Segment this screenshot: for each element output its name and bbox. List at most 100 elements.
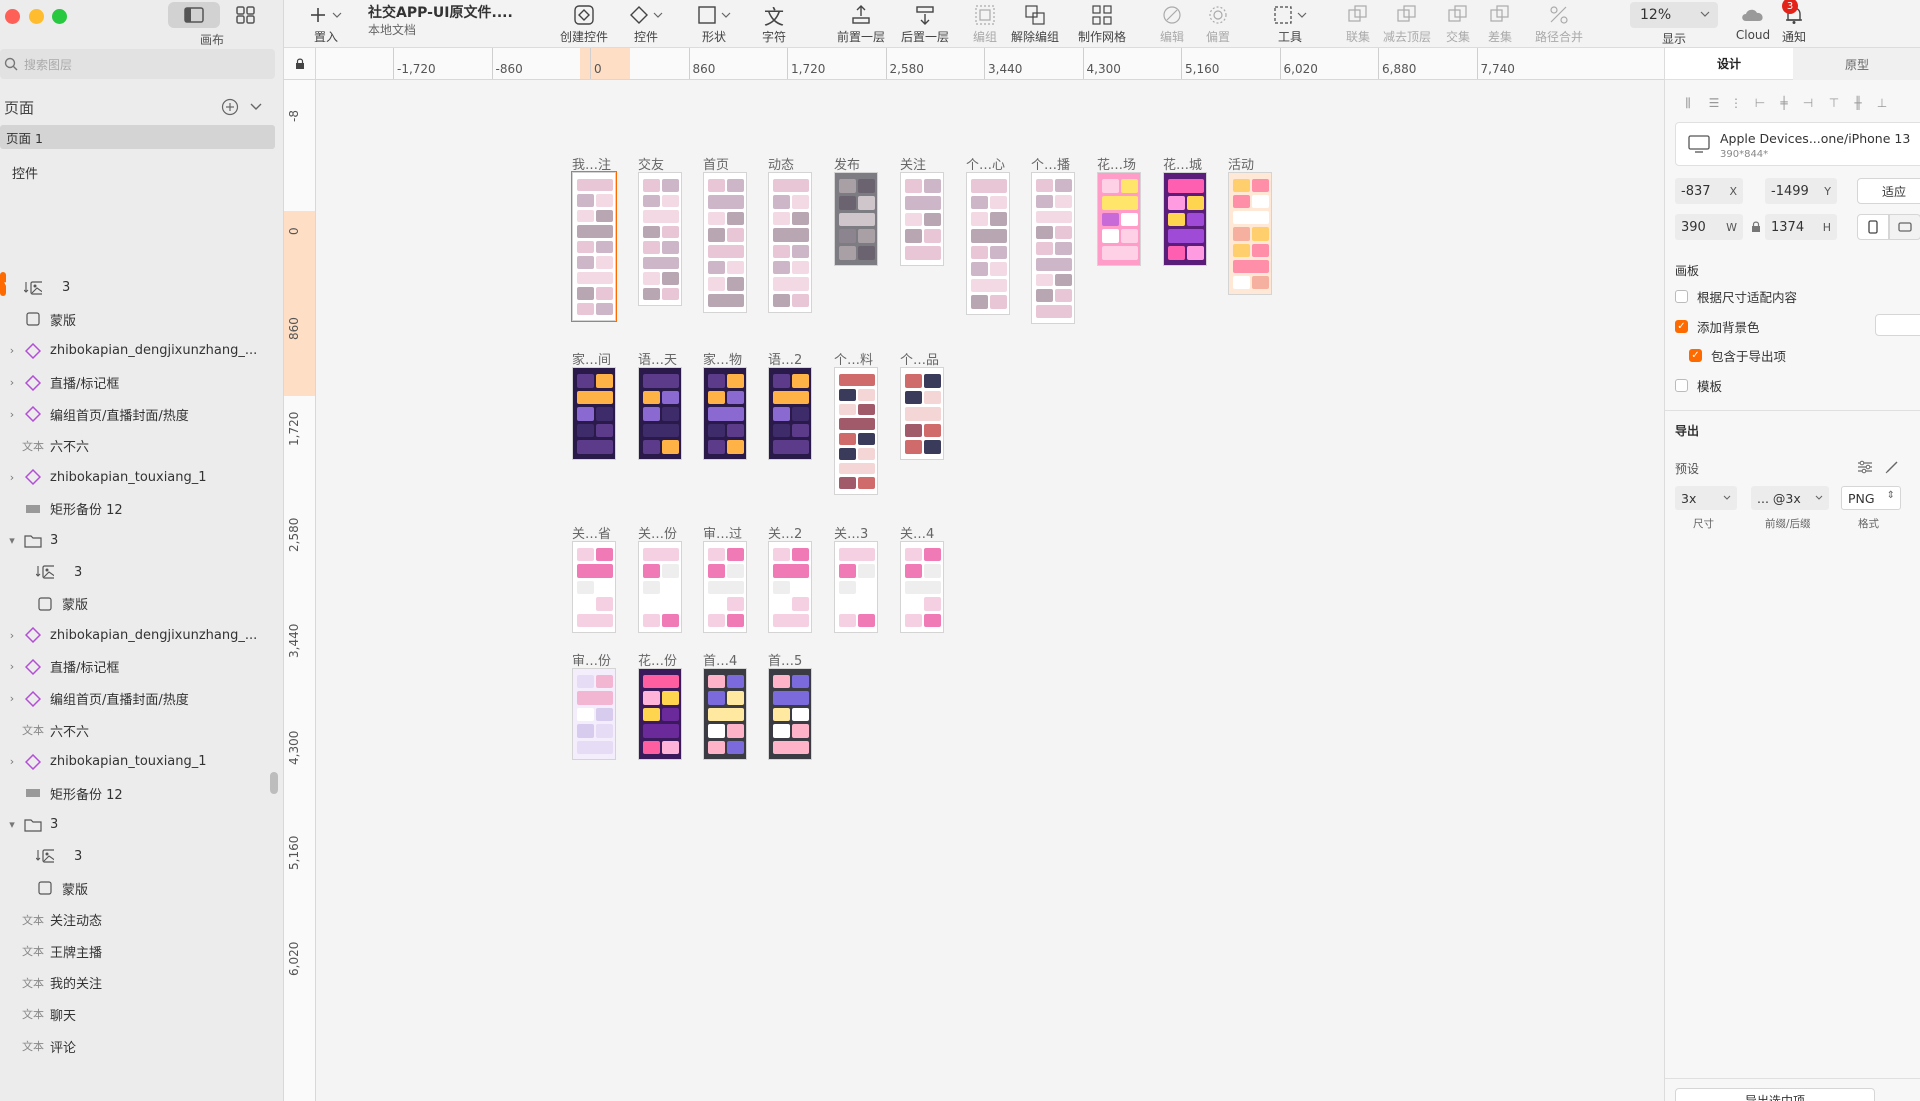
artboard-title[interactable]: 首页: [703, 154, 729, 173]
artboard-title[interactable]: 花…份: [638, 650, 677, 669]
artboard-thumbnail[interactable]: [834, 172, 878, 266]
artboard-title[interactable]: 关…2: [768, 523, 802, 542]
layer-list-scrollbar[interactable]: [270, 772, 278, 794]
artboard-thumbnail[interactable]: [703, 541, 747, 633]
chevron-down-icon[interactable]: ▾: [6, 534, 18, 547]
shape-button[interactable]: 形状: [690, 0, 738, 48]
distribute-v-icon[interactable]: ☰: [1705, 94, 1723, 112]
artboard-title[interactable]: 我…注: [572, 154, 611, 173]
artboard-thumbnail[interactable]: [572, 367, 616, 460]
align-center-h-icon[interactable]: ╪: [1775, 94, 1793, 112]
tab-design[interactable]: 设计: [1665, 48, 1793, 80]
align-left-icon[interactable]: ⊢: [1751, 94, 1769, 112]
pen-icon[interactable]: [1885, 460, 1899, 474]
layer-row[interactable]: 3: [0, 272, 266, 304]
document-title[interactable]: 社交APP-UI原文件....: [368, 2, 513, 22]
include-export-checkbox[interactable]: ✓ 包含于导出项: [1689, 346, 1786, 365]
landscape-button[interactable]: [1889, 214, 1920, 240]
layer-row[interactable]: 蒙版: [0, 872, 266, 904]
layer-row[interactable]: 矩形备份 12: [0, 778, 266, 810]
artboard-title[interactable]: 花…场: [1097, 154, 1136, 173]
artboard-thumbnail[interactable]: [1228, 172, 1272, 295]
chevron-right-icon[interactable]: ›: [6, 660, 18, 673]
artboard-thumbnail[interactable]: [703, 668, 747, 760]
fit-button[interactable]: 适应: [1857, 178, 1920, 204]
artboard-title[interactable]: 交友: [638, 154, 664, 173]
artboard-thumbnail[interactable]: [900, 541, 944, 633]
horizontal-ruler[interactable]: -1,720 -860 0 860 1,720 2,580 3,440 4,300 5,160 6…: [284, 48, 1664, 80]
align-top-icon[interactable]: ⊤: [1825, 94, 1843, 112]
chevron-right-icon[interactable]: ›: [6, 629, 18, 642]
export-selected-button[interactable]: 导出选中项: [1675, 1088, 1875, 1101]
canvas-mode-button[interactable]: [168, 2, 220, 28]
page-item-symbols[interactable]: 控件: [0, 157, 275, 188]
chevron-right-icon[interactable]: ›: [6, 755, 18, 768]
artboard-title[interactable]: 发布: [834, 154, 860, 173]
layer-row[interactable]: › 直播/标记框: [0, 367, 266, 399]
artboard-thumbnail[interactable]: [900, 172, 944, 266]
layer-row[interactable]: › zhibokapian_dengjixunzhang_...: [0, 620, 266, 652]
create-symbol-button[interactable]: 创建控件: [556, 0, 612, 48]
artboard-thumbnail[interactable]: [1097, 172, 1141, 266]
layer-row[interactable]: 文本 关注动态: [0, 904, 266, 936]
component-mode-button[interactable]: [220, 2, 272, 28]
layer-row[interactable]: 文本 六不六: [0, 430, 266, 462]
cloud-button[interactable]: Cloud: [1730, 0, 1776, 48]
template-checkbox[interactable]: 模板: [1675, 376, 1722, 395]
artboard-title[interactable]: 语…天: [638, 349, 677, 368]
artboard-thumbnail[interactable]: [638, 367, 682, 460]
fit-content-checkbox[interactable]: 根据尺寸适配内容: [1675, 287, 1797, 306]
artboard-thumbnail[interactable]: [638, 541, 682, 633]
add-background-checkbox[interactable]: ✓ 添加背景色: [1675, 317, 1760, 336]
insert-button[interactable]: 置入: [306, 0, 346, 48]
layer-row[interactable]: ▾ 3: [0, 525, 266, 557]
align-center-v-icon[interactable]: ╫: [1849, 94, 1867, 112]
chevron-down-icon[interactable]: ▾: [6, 818, 18, 831]
export-format-select[interactable]: PNG ⇕: [1841, 486, 1901, 510]
align-bottom-icon[interactable]: ⊥: [1873, 94, 1891, 112]
vertical-ruler[interactable]: -8 0 860 1,720 2,580 3,440 4,300 5,160 6,020: [284, 80, 316, 1101]
maximize-window-icon[interactable]: [52, 9, 67, 24]
y-field[interactable]: -1499 Y: [1765, 178, 1837, 204]
layer-row[interactable]: › zhibokapian_touxiang_1: [0, 746, 266, 778]
artboard-title[interactable]: 个…播: [1031, 154, 1070, 173]
layer-row[interactable]: 3: [0, 556, 266, 588]
layer-row[interactable]: 蒙版: [0, 588, 266, 620]
artboard-title[interactable]: 个…品: [900, 349, 939, 368]
export-suffix-select[interactable]: ... @3x: [1751, 486, 1829, 510]
make-grid-button[interactable]: 制作网格: [1074, 0, 1130, 48]
artboard-thumbnail[interactable]: [834, 367, 878, 495]
offset-button[interactable]: 偏置: [1198, 0, 1238, 48]
artboard-title[interactable]: 关…省: [572, 523, 611, 542]
artboard-title[interactable]: 语…2: [768, 349, 802, 368]
ruler-lock-corner[interactable]: [284, 48, 316, 80]
device-preset-select[interactable]: Apple Devices...one/iPhone 13 390*844*: [1675, 122, 1920, 166]
align-right-icon[interactable]: ⊣: [1799, 94, 1817, 112]
chevron-right-icon[interactable]: ›: [6, 471, 18, 484]
tools-button[interactable]: 工具: [1266, 0, 1314, 48]
artboard-thumbnail[interactable]: [638, 172, 682, 306]
artboard-title[interactable]: 活动: [1228, 154, 1254, 173]
portrait-button[interactable]: [1857, 214, 1889, 240]
layer-row[interactable]: › 编组首页/直播封面/热度: [0, 683, 266, 715]
layer-row[interactable]: 3: [0, 841, 266, 873]
artboard-thumbnail[interactable]: [1031, 172, 1075, 324]
layer-row[interactable]: 文本 我的关注: [0, 967, 266, 999]
artboard-title[interactable]: 审…过: [703, 523, 742, 542]
path-merge-button[interactable]: 路径合并: [1530, 0, 1588, 48]
layer-row[interactable]: 文本 评论: [0, 1030, 266, 1062]
artboard-thumbnail[interactable]: [900, 367, 944, 460]
more-icon[interactable]: ⋮: [1727, 94, 1745, 112]
difference-button[interactable]: 差集: [1480, 0, 1520, 48]
layer-row[interactable]: ▾ 3: [0, 809, 266, 841]
layer-search-input[interactable]: 搜索图层: [0, 49, 275, 79]
artboard-thumbnail[interactable]: [571, 171, 617, 322]
artboard-thumbnail[interactable]: [834, 541, 878, 633]
artboard-thumbnail[interactable]: [966, 172, 1010, 315]
chevron-right-icon[interactable]: ›: [6, 408, 18, 421]
settings-sliders-icon[interactable]: [1857, 460, 1873, 474]
layer-row[interactable]: 蒙版: [0, 304, 266, 336]
artboard-thumbnail[interactable]: [638, 668, 682, 760]
width-field[interactable]: 390 W: [1675, 214, 1743, 240]
artboard-thumbnail[interactable]: [572, 541, 616, 633]
